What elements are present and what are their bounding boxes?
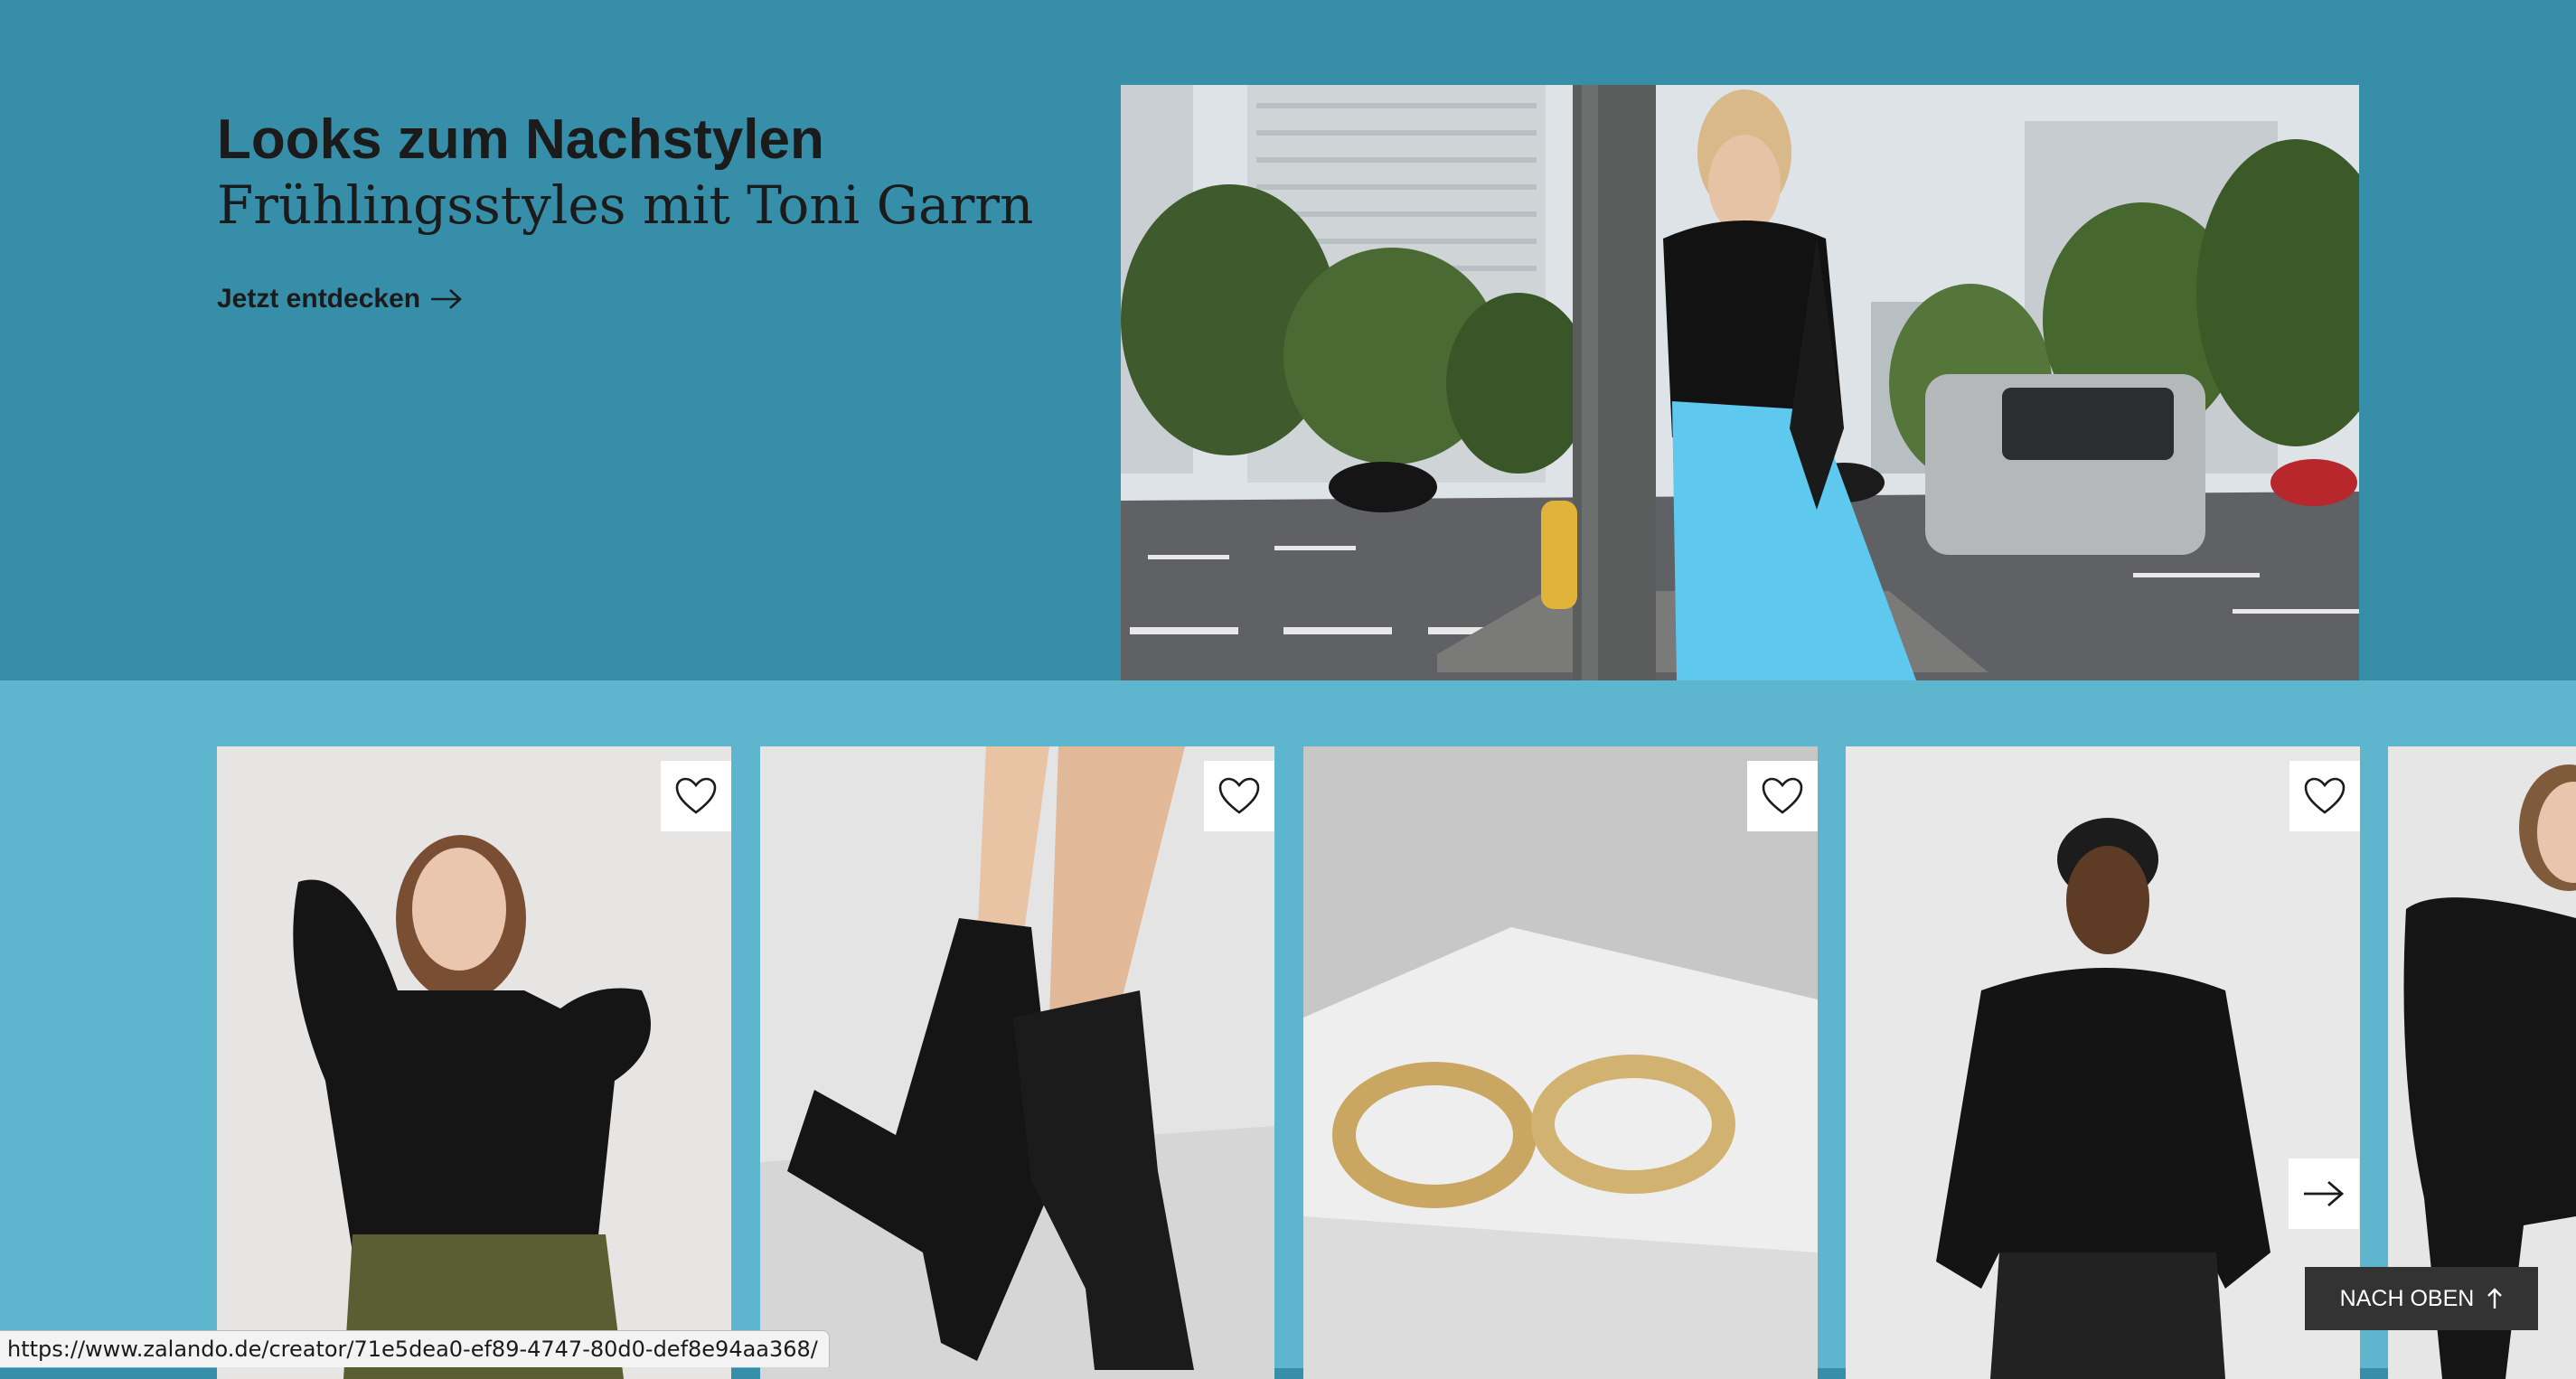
product-card[interactable]	[1303, 746, 1818, 1379]
arrow-right-icon	[2304, 1180, 2345, 1207]
heart-outline-icon	[1762, 777, 1803, 814]
status-bar-url: https://www.zalando.de/creator/71e5dea0-…	[0, 1330, 830, 1367]
heart-outline-icon	[1218, 777, 1260, 814]
wishlist-button[interactable]	[1747, 761, 1818, 831]
hero-subheading: Frühlingsstyles mit Toni Garrn	[217, 174, 1034, 236]
product-card[interactable]	[1846, 746, 2360, 1379]
carousel-next-button[interactable]	[2289, 1159, 2359, 1229]
wishlist-button[interactable]	[661, 761, 731, 831]
wishlist-button[interactable]	[2289, 761, 2360, 831]
hero-heading: Looks zum Nachstylen	[217, 108, 824, 171]
arrow-right-icon	[431, 289, 463, 309]
product-carousel	[0, 680, 2576, 1379]
product-card[interactable]	[217, 746, 731, 1379]
back-to-top-label: NACH OBEN	[2339, 1285, 2475, 1311]
street-scene-illustration	[1121, 85, 2359, 680]
heart-outline-icon	[2304, 777, 2346, 814]
discover-link[interactable]: Jetzt entdecken	[217, 284, 464, 314]
heart-outline-icon	[675, 777, 717, 814]
product-image-boots	[760, 746, 1274, 1379]
back-to-top-button[interactable]: NACH OBEN	[2305, 1267, 2538, 1330]
arrow-up-icon	[2487, 1288, 2503, 1309]
hero-image[interactable]	[1121, 85, 2359, 680]
product-image-rings	[1303, 746, 1818, 1379]
product-card[interactable]	[760, 746, 1274, 1379]
wishlist-button[interactable]	[1204, 761, 1274, 831]
product-image-cropped-sweater	[1846, 746, 2360, 1379]
discover-link-label: Jetzt entdecken	[217, 284, 421, 314]
product-image-sweater	[217, 746, 731, 1379]
hero-banner: Looks zum Nachstylen Frühlingsstyles mit…	[0, 0, 2576, 680]
